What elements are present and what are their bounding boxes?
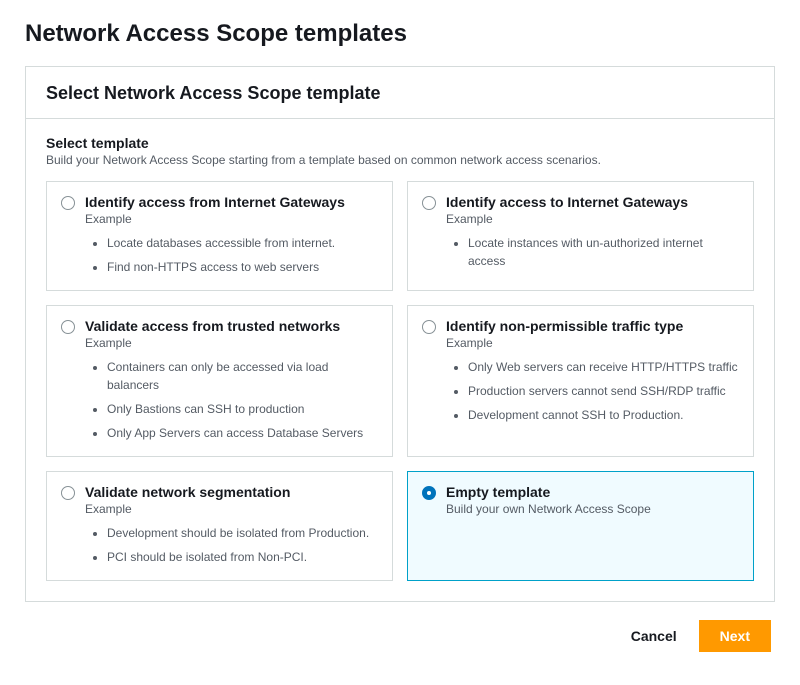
card-content: Identify access from Internet Gateways E… <box>85 194 378 276</box>
radio-icon <box>422 320 436 334</box>
cancel-button[interactable]: Cancel <box>627 620 681 652</box>
panel-heading: Select Network Access Scope template <box>46 83 754 104</box>
radio-icon <box>61 320 75 334</box>
example-item: Locate databases accessible from interne… <box>107 234 378 252</box>
example-item: Locate instances with un-authorized inte… <box>468 234 739 270</box>
template-grid: Identify access from Internet Gateways E… <box>46 181 754 581</box>
section-desc: Build your Network Access Scope starting… <box>46 153 754 167</box>
next-button[interactable]: Next <box>699 620 771 652</box>
card-validate-trusted-networks[interactable]: Validate access from trusted networks Ex… <box>46 305 393 457</box>
card-title: Validate access from trusted networks <box>85 318 378 334</box>
example-item: Development cannot SSH to Production. <box>468 406 739 424</box>
card-empty-template[interactable]: Empty template Build your own Network Ac… <box>407 471 754 581</box>
card-content: Identify access to Internet Gateways Exa… <box>446 194 739 276</box>
radio-icon <box>422 196 436 210</box>
card-title: Empty template <box>446 484 739 500</box>
card-sub: Example <box>446 336 739 350</box>
example-item: Only App Servers can access Database Ser… <box>107 424 378 442</box>
card-content: Empty template Build your own Network Ac… <box>446 484 739 566</box>
example-item: Only Web servers can receive HTTP/HTTPS … <box>468 358 739 376</box>
card-title: Validate network segmentation <box>85 484 378 500</box>
section-title: Select template <box>46 135 754 151</box>
page-title: Network Access Scope templates <box>25 20 775 48</box>
example-item: Only Bastions can SSH to production <box>107 400 378 418</box>
example-list: Locate databases accessible from interne… <box>85 234 378 276</box>
example-item: Find non-HTTPS access to web servers <box>107 258 378 276</box>
card-identify-to-internet-gateways[interactable]: Identify access to Internet Gateways Exa… <box>407 181 754 291</box>
example-list: Development should be isolated from Prod… <box>85 524 378 566</box>
card-sub: Example <box>85 336 378 350</box>
card-sub: Example <box>446 212 739 226</box>
card-validate-segmentation[interactable]: Validate network segmentation Example De… <box>46 471 393 581</box>
example-list: Only Web servers can receive HTTP/HTTPS … <box>446 358 739 424</box>
footer: Cancel Next <box>25 602 775 654</box>
card-identify-non-permissible-traffic[interactable]: Identify non-permissible traffic type Ex… <box>407 305 754 457</box>
panel-body: Select template Build your Network Acces… <box>26 119 774 601</box>
card-sub: Build your own Network Access Scope <box>446 502 739 516</box>
card-identify-from-internet-gateways[interactable]: Identify access from Internet Gateways E… <box>46 181 393 291</box>
example-list: Locate instances with un-authorized inte… <box>446 234 739 270</box>
example-item: PCI should be isolated from Non-PCI. <box>107 548 378 566</box>
panel-header: Select Network Access Scope template <box>26 67 774 119</box>
example-item: Development should be isolated from Prod… <box>107 524 378 542</box>
card-title: Identify access from Internet Gateways <box>85 194 378 210</box>
card-sub: Example <box>85 502 378 516</box>
example-list: Containers can only be accessed via load… <box>85 358 378 442</box>
card-title: Identify access to Internet Gateways <box>446 194 739 210</box>
example-item: Production servers cannot send SSH/RDP t… <box>468 382 739 400</box>
card-title: Identify non-permissible traffic type <box>446 318 739 334</box>
card-sub: Example <box>85 212 378 226</box>
radio-icon <box>61 196 75 210</box>
card-content: Validate access from trusted networks Ex… <box>85 318 378 442</box>
radio-icon <box>61 486 75 500</box>
card-content: Validate network segmentation Example De… <box>85 484 378 566</box>
template-panel: Select Network Access Scope template Sel… <box>25 66 775 602</box>
radio-icon <box>422 486 436 500</box>
example-item: Containers can only be accessed via load… <box>107 358 378 394</box>
card-content: Identify non-permissible traffic type Ex… <box>446 318 739 442</box>
